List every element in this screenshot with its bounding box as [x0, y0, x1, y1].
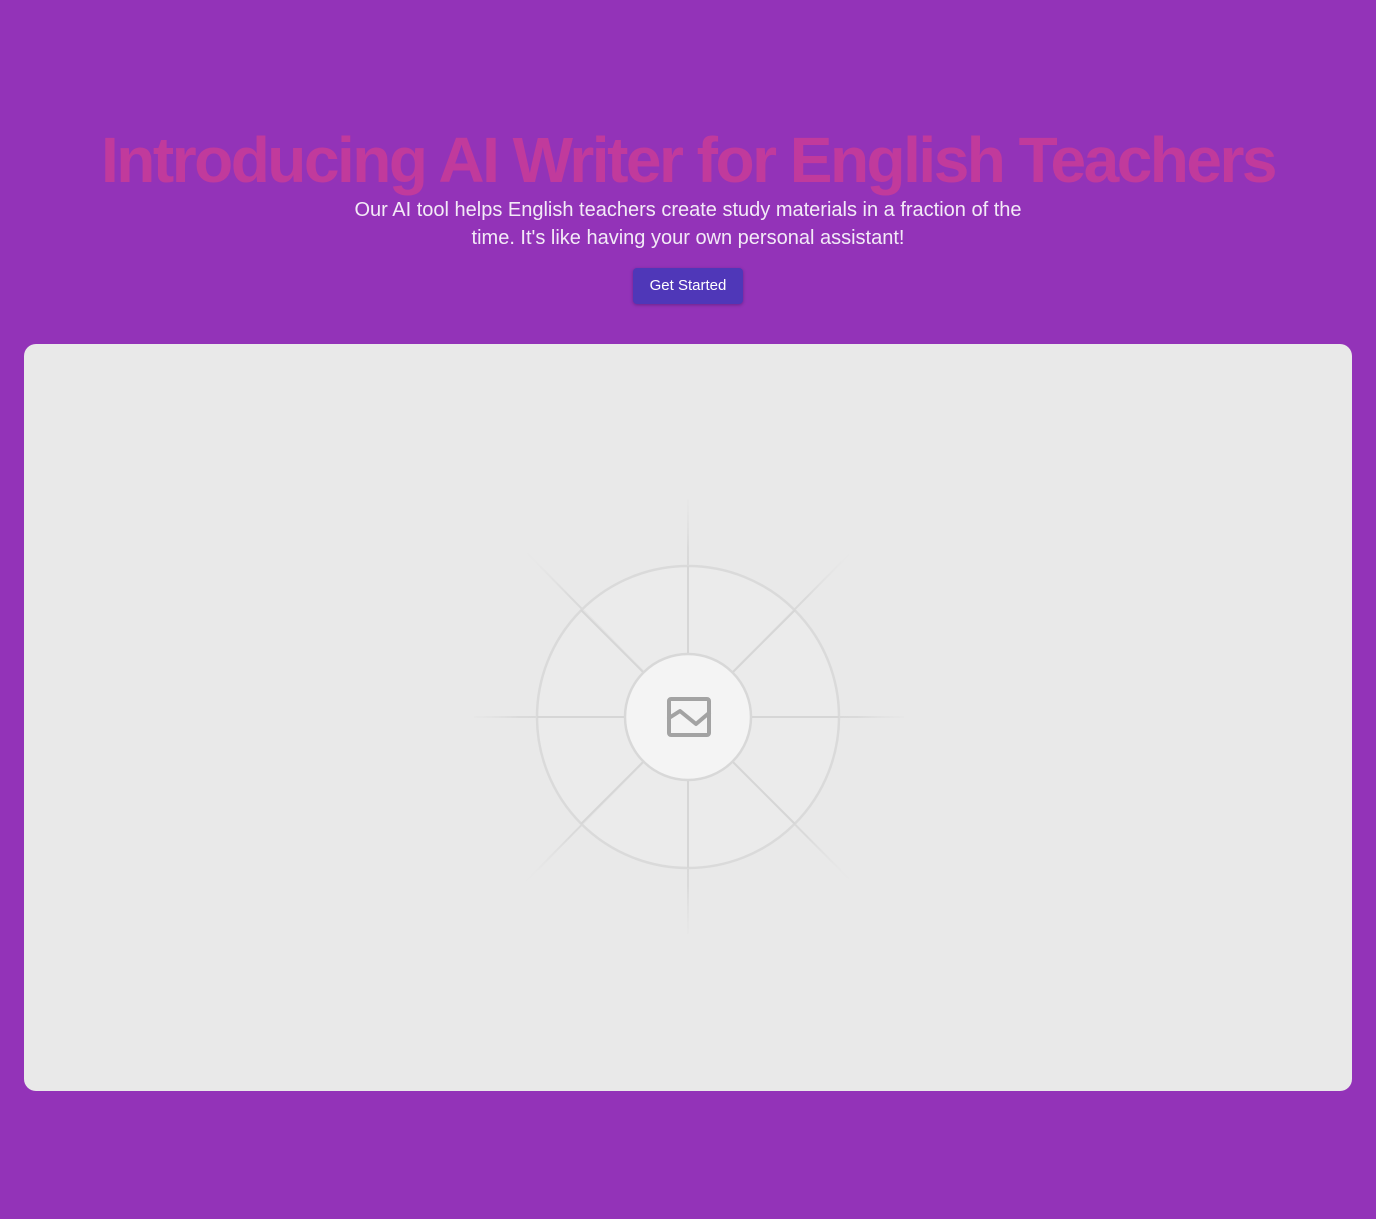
hero-subtitle: Our AI tool helps English teachers creat…	[354, 199, 1022, 249]
image-placeholder-graphic	[474, 499, 904, 934]
image-placeholder	[24, 344, 1352, 1091]
get-started-button[interactable]: Get Started	[633, 268, 743, 304]
hero-title: Introducing AI Writer for English Teache…	[101, 124, 1277, 196]
